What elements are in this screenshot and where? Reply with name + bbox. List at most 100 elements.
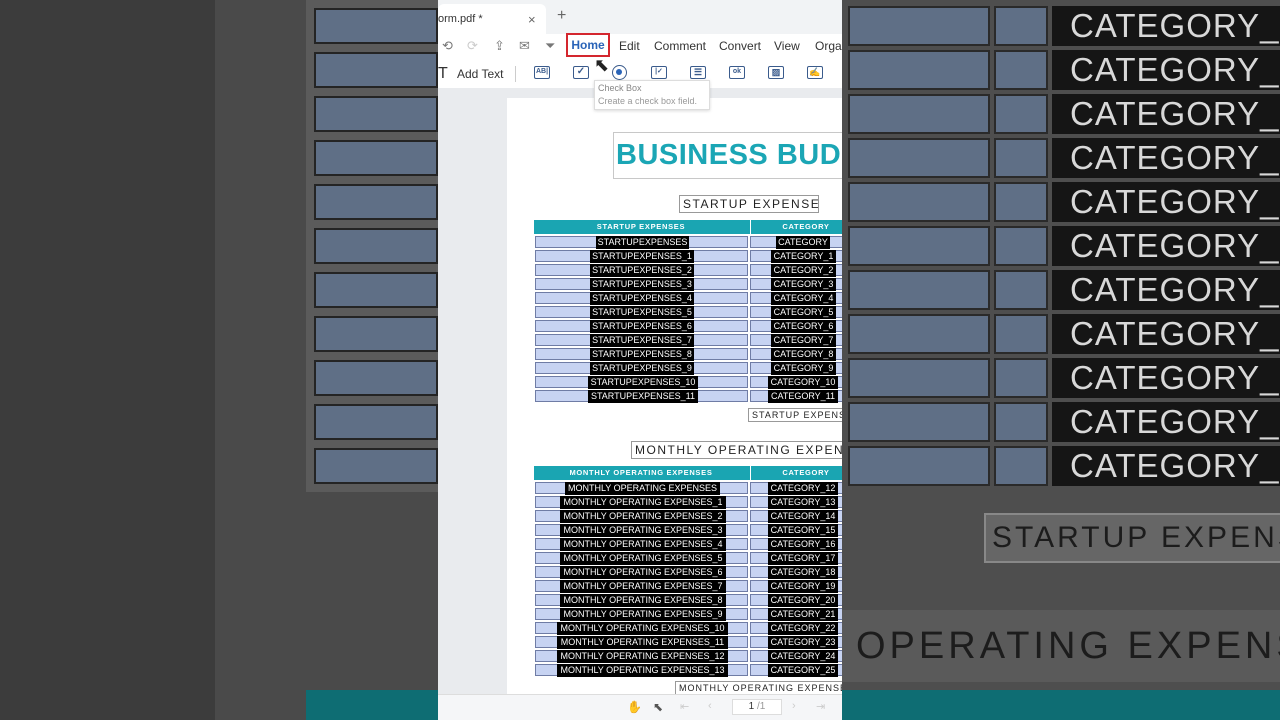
category-field[interactable]: CATEGORY_20	[750, 594, 842, 607]
category-field[interactable]: CATEGORY_1	[750, 250, 842, 263]
add-text-button[interactable]: Add Text	[457, 67, 503, 81]
category-field[interactable]: CATEGORY_9	[750, 362, 842, 375]
category-field[interactable]: CATEGORY_10	[750, 376, 842, 389]
background-field	[994, 226, 1048, 266]
category-field[interactable]: CATEGORY_17	[750, 552, 842, 565]
image-field-icon[interactable]: ▨	[768, 66, 784, 79]
expense-field[interactable]: MONTHLY OPERATING EXPENSES_7	[535, 580, 748, 593]
expense-field[interactable]: STARTUPEXPENSES_8	[535, 348, 748, 361]
table-row: STARTUPEXPENSES_9 CATEGORY_9	[534, 362, 842, 375]
expense-field[interactable]: MONTHLY OPERATING EXPENSES_8	[535, 594, 748, 607]
expense-field[interactable]: STARTUPEXPENSES_3	[535, 278, 748, 291]
expense-field-name: MONTHLY OPERATING EXPENSES_4	[560, 538, 726, 551]
category-field[interactable]: CATEGORY_7	[750, 334, 842, 347]
redo-icon[interactable]: ⟳	[467, 38, 478, 54]
menu-edit[interactable]: Edit	[619, 39, 640, 53]
expense-field[interactable]: MONTHLY OPERATING EXPENSES_9	[535, 608, 748, 621]
category-field-name: CATEGORY_15	[768, 524, 838, 537]
expense-field[interactable]: MONTHLY OPERATING EXPENSES	[535, 482, 748, 495]
expense-field[interactable]: STARTUPEXPENSES_5	[535, 306, 748, 319]
monthly-total-label: MONTHLY OPERATING EXPENSE	[675, 681, 842, 694]
expense-field[interactable]: STARTUPEXPENSES_4	[535, 292, 748, 305]
background-field	[848, 226, 990, 266]
category-field[interactable]: CATEGORY_21	[750, 608, 842, 621]
category-field[interactable]: CATEGORY_8	[750, 348, 842, 361]
category-field[interactable]: CATEGORY_14	[750, 510, 842, 523]
category-field[interactable]: CATEGORY_16	[750, 538, 842, 551]
expense-field[interactable]: MONTHLY OPERATING EXPENSES_4	[535, 538, 748, 551]
category-field[interactable]: CATEGORY_6	[750, 320, 842, 333]
expense-field[interactable]: MONTHLY OPERATING EXPENSES_2	[535, 510, 748, 523]
expense-field[interactable]: MONTHLY OPERATING EXPENSES_11	[535, 636, 748, 649]
next-page-icon[interactable]: ›	[792, 700, 796, 712]
category-field[interactable]: CATEGORY_22	[750, 622, 842, 635]
first-page-icon[interactable]: ⇤	[680, 700, 689, 713]
list-box-icon[interactable]: ☰	[690, 66, 706, 79]
pdf-editor-window: orm.pdf * × + ⟲ ⟳ ⇪ ✉ ⏷ Home Edit Commen…	[438, 0, 842, 720]
last-page-icon[interactable]: ⇥	[816, 700, 825, 713]
table-row: MONTHLY OPERATING EXPENSES_6 CATEGORY_18	[534, 566, 842, 579]
expense-field[interactable]: MONTHLY OPERATING EXPENSES_5	[535, 552, 748, 565]
expense-field[interactable]: STARTUPEXPENSES_7	[535, 334, 748, 347]
startup-header-category: CATEGORY	[750, 220, 842, 234]
category-field[interactable]: CATEGORY	[750, 236, 842, 249]
menu-convert[interactable]: Convert	[719, 39, 761, 53]
category-field-name: CATEGORY_4	[771, 292, 836, 305]
page-number-field[interactable]: 1 /1	[732, 699, 782, 715]
signature-field-icon[interactable]: ✍	[807, 66, 823, 79]
expense-field[interactable]: MONTHLY OPERATING EXPENSES_1	[535, 496, 748, 509]
category-field[interactable]: CATEGORY_4	[750, 292, 842, 305]
category-field[interactable]: CATEGORY_23	[750, 636, 842, 649]
expense-field[interactable]: STARTUPEXPENSES_1	[535, 250, 748, 263]
expense-field[interactable]: MONTHLY OPERATING EXPENSES_6	[535, 566, 748, 579]
prev-page-icon[interactable]: ‹	[708, 700, 712, 712]
menu-view[interactable]: View	[774, 39, 800, 53]
text-field-icon[interactable]: AB|	[534, 66, 550, 79]
expense-field[interactable]: STARTUPEXPENSES_6	[535, 320, 748, 333]
add-tab-icon[interactable]: +	[557, 7, 566, 25]
background-field	[994, 94, 1048, 134]
expense-field[interactable]: MONTHLY OPERATING EXPENSES_13	[535, 664, 748, 677]
expense-field[interactable]: STARTUPEXPENSES_11	[535, 390, 748, 403]
checkbox-icon[interactable]: ✓	[573, 66, 589, 79]
menu-home[interactable]: Home	[566, 33, 610, 57]
hand-tool-icon[interactable]: ✋	[627, 700, 642, 714]
category-field[interactable]: CATEGORY_2	[750, 264, 842, 277]
category-field[interactable]: CATEGORY_3	[750, 278, 842, 291]
share-icon[interactable]: ⇪	[494, 38, 505, 54]
category-field[interactable]: CATEGORY_25	[750, 664, 842, 677]
background-field	[848, 446, 990, 486]
expense-field[interactable]: MONTHLY OPERATING EXPENSES_10	[535, 622, 748, 635]
combo-box-icon[interactable]: |✓	[651, 66, 667, 79]
check-box-tooltip: Check Box Create a check box field.	[594, 80, 710, 110]
category-field[interactable]: CATEGORY_13	[750, 496, 842, 509]
category-field[interactable]: CATEGORY_15	[750, 524, 842, 537]
category-field[interactable]: CATEGORY_5	[750, 306, 842, 319]
category-field[interactable]: CATEGORY_19	[750, 580, 842, 593]
menu-comment[interactable]: Comment	[654, 39, 706, 53]
document-tab[interactable]: orm.pdf * ×	[438, 4, 546, 34]
category-field[interactable]: CATEGORY_18	[750, 566, 842, 579]
button-field-icon[interactable]: ok	[729, 66, 745, 79]
expense-field[interactable]: STARTUPEXPENSES_10	[535, 376, 748, 389]
category-field[interactable]: CATEGORY_11	[750, 390, 842, 403]
expense-field[interactable]: MONTHLY OPERATING EXPENSES_3	[535, 524, 748, 537]
category-field-name: CATEGORY_19	[768, 580, 838, 593]
undo-icon[interactable]: ⟲	[442, 38, 453, 54]
category-field[interactable]: CATEGORY_24	[750, 650, 842, 663]
close-icon[interactable]: ×	[528, 12, 536, 27]
radio-button-icon[interactable]	[612, 65, 627, 80]
expense-field[interactable]: STARTUPEXPENSES	[535, 236, 748, 249]
table-row: MONTHLY OPERATING EXPENSES_4 CATEGORY_16	[534, 538, 842, 551]
add-text-icon[interactable]: T	[438, 65, 448, 83]
expense-field[interactable]: STARTUPEXPENSES_9	[535, 362, 748, 375]
expense-field-name: MONTHLY OPERATING EXPENSES_12	[557, 650, 728, 663]
document-viewer[interactable]: BUSINESS BUDG STARTUP EXPENSES STARTUP E…	[438, 88, 842, 694]
select-tool-icon[interactable]: ⬉	[653, 700, 663, 714]
expense-field[interactable]: MONTHLY OPERATING EXPENSES_12	[535, 650, 748, 663]
mail-icon[interactable]: ✉	[519, 38, 530, 54]
expense-field[interactable]: STARTUPEXPENSES_2	[535, 264, 748, 277]
more-icon[interactable]: ⏷	[545, 38, 555, 54]
category-field[interactable]: CATEGORY_12	[750, 482, 842, 495]
menu-organize[interactable]: Orga	[815, 39, 842, 53]
